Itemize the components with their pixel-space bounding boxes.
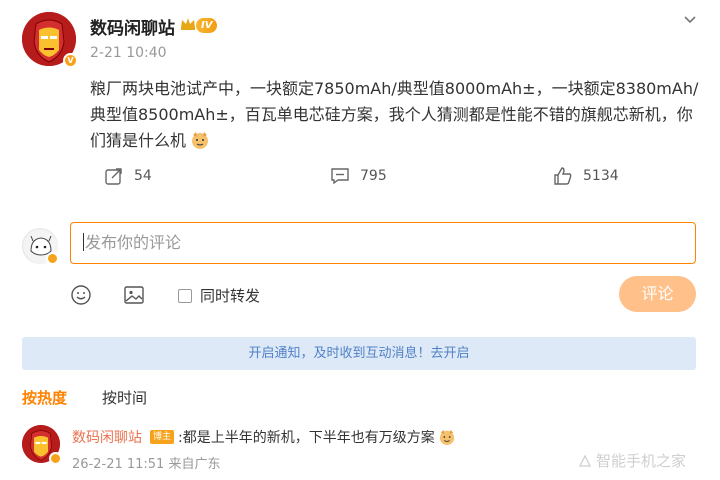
user-verified-badge <box>46 252 59 265</box>
comment-icon <box>331 168 349 185</box>
like-button[interactable]: 5134 <box>553 166 619 186</box>
chevron-down-icon[interactable] <box>682 12 698 28</box>
blogger-tag: 博主 <box>150 430 175 444</box>
level-badge: IV <box>196 18 218 33</box>
comment-text: :都是上半年的新机，下半年也有万级方案 <box>178 427 455 447</box>
author-avatar[interactable]: V <box>22 12 78 68</box>
submit-comment-button[interactable]: 评论 <box>619 276 696 312</box>
doge-icon <box>192 132 209 149</box>
comment-input[interactable]: 发布你的评论 <box>70 222 696 264</box>
crown-icon <box>181 18 195 30</box>
text-caret <box>83 233 84 251</box>
repost-count: 54 <box>134 168 152 184</box>
commenter-avatar[interactable] <box>22 425 62 465</box>
doge-icon <box>440 429 455 445</box>
sync-repost-option[interactable]: 同时转发 <box>178 285 260 306</box>
notification-banner[interactable]: 开启通知，及时收到互动消息！去开启 <box>22 337 696 370</box>
tab-sort-time[interactable]: 按时间 <box>102 387 147 408</box>
post-action-bar: 54 795 5134 <box>0 166 720 190</box>
like-count: 5134 <box>583 168 619 184</box>
image-icon[interactable] <box>123 284 145 306</box>
smile-icon[interactable] <box>70 284 92 306</box>
post-content: 粮厂两块电池试产中，一块额定7850mAh/典型值8000mAh±，一块额定83… <box>90 76 700 154</box>
comment-meta: 26-2-21 11:51 来自广东 <box>72 457 221 472</box>
comment-placeholder: 发布你的评论 <box>85 233 182 252</box>
post-author-name[interactable]: 数码闲聊站 <box>90 14 175 39</box>
current-user-avatar[interactable] <box>22 228 59 265</box>
verified-badge <box>49 452 62 465</box>
watermark: 智能手机之家 <box>578 450 686 471</box>
post-text: 粮厂两块电池试产中，一块额定7850mAh/典型值8000mAh±，一块额定83… <box>90 79 699 150</box>
watermark-logo-icon <box>578 454 592 467</box>
post-timestamp[interactable]: 2-21 10:40 <box>90 45 167 61</box>
tab-sort-hot[interactable]: 按热度 <box>22 387 67 408</box>
comment-count: 795 <box>360 168 387 184</box>
watermark-text: 智能手机之家 <box>596 452 687 470</box>
repost-button[interactable]: 54 <box>104 166 152 186</box>
repost-icon <box>105 168 122 185</box>
comment-button[interactable]: 795 <box>330 166 387 186</box>
comment-body: :都是上半年的新机，下半年也有万级方案 <box>178 430 435 446</box>
sync-repost-checkbox[interactable] <box>178 288 192 303</box>
sync-repost-label: 同时转发 <box>200 287 261 305</box>
verified-badge: V <box>63 53 78 68</box>
comment-author-name[interactable]: 数码闲聊站 <box>72 427 142 447</box>
thumbs-up-icon <box>554 167 572 185</box>
